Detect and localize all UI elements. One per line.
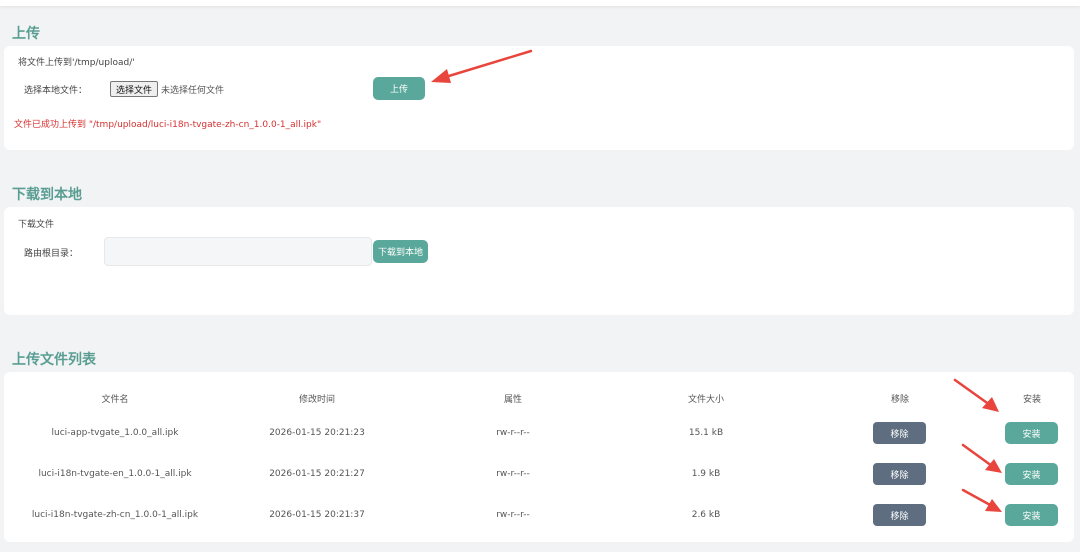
choose-file-button[interactable]: 选择文件 [110,81,158,97]
row-attributes: rw-r--r-- [496,510,530,520]
no-file-text: 未选择任何文件 [161,86,225,96]
file-list-section-title: 上传文件列表 [12,352,96,368]
remove-button[interactable]: 移除 [873,504,926,526]
annotation-arrow-icon [431,49,533,83]
install-button[interactable]: 安装 [1005,422,1058,444]
remove-button[interactable]: 移除 [873,463,926,485]
row-attributes: rw-r--r-- [496,428,530,438]
annotation-arrow-icon [961,443,1002,473]
row-file-size: 15.1 kB [688,428,724,438]
upload-field-label: 选择本地文件： [24,86,88,96]
annotation-arrow-icon [953,378,999,412]
row-file-size: 2.6 kB [691,510,721,520]
upload-card [4,46,1074,150]
remove-button[interactable]: 移除 [873,422,926,444]
install-button[interactable]: 安装 [1005,463,1058,485]
row-file-name: luci-app-tvgate_1.0.0_all.ipk [51,428,179,438]
upload-success-message: 文件已成功上传到 "/tmp/upload/luci-i18n-tvgate-z… [14,120,322,130]
upload-button[interactable]: 上传 [373,77,425,100]
row-modified-time: 2026-01-15 20:21:37 [269,510,365,520]
row-file-size: 1.9 kB [691,469,721,479]
annotation-arrow-icon [961,488,1002,512]
top-bar [0,0,1080,6]
header-remove: 移除 [890,395,910,405]
router-root-label: 路由根目录： [24,249,79,259]
router-root-input[interactable] [104,237,372,266]
download-section-title: 下载到本地 [12,187,82,203]
header-modified-time: 修改时间 [298,395,336,405]
header-install: 安装 [1022,395,1042,405]
row-file-name: luci-i18n-tvgate-zh-cn_1.0.0-1_all.ipk [31,510,199,520]
header-file-size: 文件大小 [687,395,725,405]
download-button[interactable]: 下载到本地 [373,240,428,263]
row-modified-time: 2026-01-15 20:21:23 [269,428,365,438]
upload-section-title: 上传 [12,26,40,42]
row-file-name: luci-i18n-tvgate-en_1.0.0-1_all.ipk [38,469,192,479]
install-button[interactable]: 安装 [1005,504,1058,526]
header-attributes: 属性 [503,395,523,405]
upload-hint: 将文件上传到'/tmp/upload/' [18,58,135,68]
row-attributes: rw-r--r-- [496,469,530,479]
header-file-name: 文件名 [101,395,129,405]
row-modified-time: 2026-01-15 20:21:27 [269,469,365,479]
download-hint: 下载文件 [18,220,55,230]
